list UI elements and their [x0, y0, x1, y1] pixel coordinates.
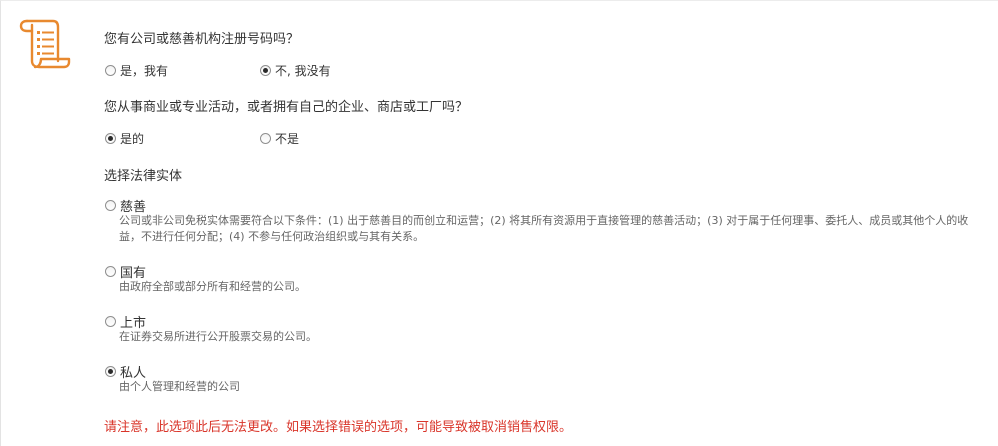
irreversible-choice-warning: 请注意，此选项此后无法更改。如果选择错误的选项，可能导致被取消销售权限。	[104, 420, 573, 435]
radio-option-no-dont-have[interactable]: 不, 我没有	[260, 62, 331, 79]
document-scroll-icon	[18, 17, 72, 71]
radio-label: 不是	[275, 132, 300, 146]
radio-option-yes[interactable]: 是的	[105, 130, 144, 147]
entity-description-state-owned: 由政府全部或部分所有和经营的公司。	[119, 280, 306, 293]
entity-description-charity: 公司或非公司免税实体需要符合以下条件：(1) 出于慈善目的而创立和运营；(2) …	[119, 213, 984, 245]
radio-button[interactable]	[105, 266, 116, 277]
entity-description-private: 由个人管理和经营的公司	[119, 380, 240, 393]
radio-button-selected[interactable]	[260, 65, 271, 76]
entity-description-public-listed: 在证券交易所进行公开股票交易的公司。	[119, 330, 317, 343]
radio-label: 是，我有	[120, 64, 169, 78]
radio-button-selected[interactable]	[105, 133, 116, 144]
radio-option-yes-have[interactable]: 是，我有	[105, 62, 168, 79]
entity-description-line: 益，不进行任何分配；(4) 不参与任何政治组织或与其有关系。	[119, 230, 425, 243]
entity-description-line: 公司或非公司免税实体需要符合以下条件：(1) 出于慈善目的而创立和运营；(2) …	[119, 214, 969, 227]
radio-option-no[interactable]: 不是	[260, 130, 299, 147]
radio-label: 不, 我没有	[275, 64, 331, 78]
legal-entity-heading: 选择法律实体	[104, 169, 183, 184]
radio-button[interactable]	[105, 65, 116, 76]
radio-button[interactable]	[105, 316, 116, 327]
radio-button[interactable]	[105, 200, 116, 211]
question-business-activity: 您从事商业或专业活动，或者拥有自己的企业、商店或工厂吗？	[104, 100, 469, 115]
radio-button[interactable]	[260, 133, 271, 144]
radio-button-selected[interactable]	[105, 366, 116, 377]
question-registration-number: 您有公司或慈善机构注册号码吗？	[104, 32, 300, 47]
radio-label: 是的	[120, 132, 145, 146]
